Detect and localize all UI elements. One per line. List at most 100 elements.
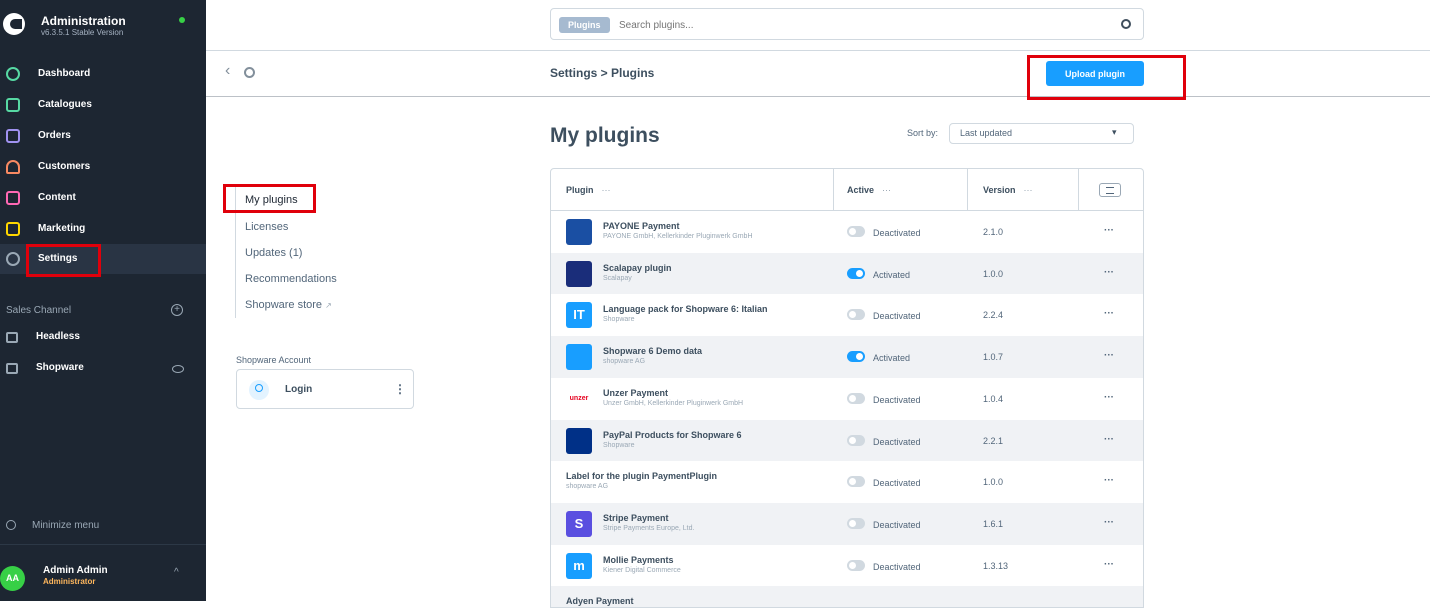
header-label: Plugin	[566, 185, 594, 195]
column-header-plugin[interactable]: Plugin ⋯	[566, 185, 611, 196]
table-row[interactable]: PAYONE Payment PAYONE GmbH, Kellerkinder …	[551, 211, 1143, 253]
online-status-icon	[179, 17, 185, 23]
active-toggle[interactable]	[847, 351, 865, 363]
search-input[interactable]	[619, 17, 1109, 33]
search-type-tag[interactable]: Plugins	[559, 17, 610, 33]
active-toggle[interactable]	[847, 309, 865, 321]
active-toggle[interactable]	[847, 559, 865, 571]
page-title: My plugins	[550, 124, 660, 147]
plugin-logo-icon	[566, 219, 592, 245]
column-options-icon[interactable]: ⋯	[602, 185, 611, 195]
table-row[interactable]: S Stripe Payment Stripe Payments Europe, L…	[551, 502, 1143, 545]
column-header-active[interactable]: Active ⋯	[847, 185, 891, 196]
back-chevron-icon[interactable]: ‹	[225, 62, 230, 80]
row-actions-icon[interactable]: ···	[1104, 308, 1114, 319]
plugin-version: 1.0.0	[983, 477, 1004, 488]
tab-my-plugins[interactable]: My plugins	[245, 194, 298, 206]
sales-channel-shopware[interactable]: Shopware	[0, 354, 206, 384]
table-row[interactable]: IT Language pack for Shopware 6: Italian S…	[551, 294, 1143, 336]
minimize-menu[interactable]: Minimize menu	[6, 520, 99, 531]
plugin-logo-icon: m	[566, 552, 592, 579]
sidebar-item-orders[interactable]: Orders	[0, 121, 206, 151]
tab-licenses[interactable]: Licenses	[245, 221, 288, 233]
plugin-version: 1.0.0	[983, 268, 1004, 279]
sidebar-item-content[interactable]: Content	[0, 183, 206, 213]
tab-recommendations[interactable]: Recommendations	[245, 273, 337, 285]
plugin-name: Adyen Payment	[566, 596, 634, 607]
plugin-maker: Stripe Payments Europe, Ltd.	[603, 524, 695, 532]
active-toggle[interactable]	[847, 267, 865, 279]
column-divider	[967, 169, 968, 211]
plugin-maker: Unzer GmbH, Kellerkinder Pluginwerk GmbH	[603, 399, 744, 407]
storefront-icon	[6, 363, 18, 374]
sidebar-item-label: Dashboard	[38, 68, 91, 79]
active-toggle[interactable]	[847, 392, 865, 404]
active-toggle[interactable]	[847, 226, 865, 237]
sidebar: Administration v6.3.5.1 Stable Version D…	[0, 0, 206, 601]
column-settings-icon[interactable]	[1099, 183, 1121, 197]
login-button[interactable]: Login	[285, 384, 312, 395]
table-row[interactable]: Label for the plugin PaymentPlugin shopwa…	[551, 461, 1143, 503]
tab-shopware-store[interactable]: Shopware store ↗	[245, 299, 332, 311]
row-actions-icon[interactable]: ···	[1104, 350, 1114, 361]
plugin-name: Mollie Payments	[603, 554, 674, 565]
content-icon	[6, 191, 20, 205]
plugin-grid: Plugin ⋯ Active ⋯ Version ⋯ PAYONE Payment P…	[550, 168, 1144, 608]
row-actions-icon[interactable]: ···	[1104, 517, 1114, 528]
plugin-logo-icon	[566, 260, 592, 287]
plugin-name: Stripe Payment	[603, 512, 669, 523]
sidebar-item-settings[interactable]: Settings	[0, 244, 206, 274]
table-row[interactable]: Adyen Payment	[551, 586, 1143, 607]
sales-channel-title: Sales Channel	[6, 305, 72, 316]
tab-updates[interactable]: Updates (1)	[245, 247, 302, 259]
sort-select[interactable]: Last updated ▾	[949, 123, 1134, 144]
status-label: Deactivated	[873, 228, 921, 238]
chevron-up-icon: ^	[174, 567, 179, 578]
search-icon[interactable]	[1121, 19, 1131, 29]
minimize-label: Minimize menu	[32, 520, 100, 531]
row-actions-icon[interactable]: ···	[1104, 559, 1114, 570]
sort-value: Last updated	[960, 128, 1013, 138]
sales-channel-headless[interactable]: Headless	[0, 323, 206, 353]
column-options-icon[interactable]: ⋯	[882, 185, 891, 195]
row-actions-icon[interactable]: ···	[1104, 475, 1114, 486]
plugin-maker: PAYONE GmbH, Kellerkinder Pluginwerk Gmb…	[603, 233, 753, 240]
row-actions-icon[interactable]: ···	[1104, 434, 1114, 445]
eye-icon[interactable]	[172, 365, 184, 373]
plugin-version: 2.1.0	[983, 227, 1004, 237]
table-row[interactable]: Scalapay plugin Scalapay Activated 1.0.0 ···	[551, 252, 1143, 295]
table-row[interactable]: m Mollie Payments Kiener Digital Commerce D…	[551, 545, 1143, 587]
upload-plugin-button[interactable]: Upload plugin	[1046, 61, 1144, 86]
header-label: Active	[847, 185, 875, 195]
search-box[interactable]: Plugins	[550, 8, 1144, 40]
plugin-maker: shopware AG	[566, 483, 609, 491]
user-profile[interactable]: AA Admin Admin Administrator ^	[0, 544, 206, 601]
row-actions-icon[interactable]: ···	[1104, 267, 1114, 278]
more-options-icon[interactable]: ⋮	[394, 382, 406, 396]
table-row[interactable]: PayPal Products for Shopware 6 Shopware De…	[551, 419, 1143, 462]
plugin-name: PayPal Products for Shopware 6	[603, 429, 742, 440]
add-sales-channel-icon[interactable]: +	[171, 304, 183, 316]
column-header-version[interactable]: Version ⋯	[983, 185, 1033, 196]
sidebar-item-catalogues[interactable]: Catalogues	[0, 90, 206, 120]
sidebar-item-marketing[interactable]: Marketing	[0, 214, 206, 244]
active-toggle[interactable]	[847, 434, 865, 446]
sidebar-item-customers[interactable]: Customers	[0, 152, 206, 182]
table-row[interactable]: unzer Unzer Payment Unzer GmbH, Kellerkind…	[551, 378, 1143, 420]
active-toggle[interactable]	[847, 476, 865, 488]
plugin-version: 2.2.4	[983, 310, 1004, 321]
plugin-version: 1.0.7	[983, 352, 1004, 363]
user-role: Administrator	[43, 577, 96, 586]
sort-label: Sort by:	[907, 128, 939, 138]
sidebar-item-label: Catalogues	[38, 99, 92, 110]
row-actions-icon[interactable]: ···	[1104, 225, 1114, 236]
status-label: Deactivated	[873, 561, 921, 572]
table-row[interactable]: Shopware 6 Demo data shopware AG Activated…	[551, 336, 1143, 378]
sidebar-item-label: Orders	[38, 130, 71, 141]
row-actions-icon[interactable]: ···	[1104, 392, 1114, 403]
sidebar-item-dashboard[interactable]: Dashboard	[0, 59, 206, 89]
channel-label: Shopware	[36, 362, 84, 373]
column-options-icon[interactable]: ⋯	[1024, 185, 1033, 195]
active-toggle[interactable]	[847, 517, 865, 529]
app-title: Administration	[41, 14, 126, 28]
